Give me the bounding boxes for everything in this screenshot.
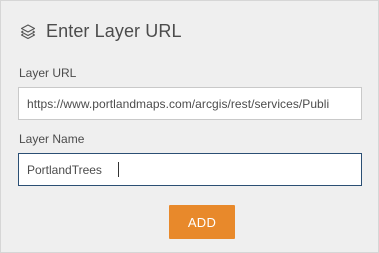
layer-url-label: Layer URL [19, 66, 77, 80]
layer-name-label: Layer Name [19, 132, 85, 146]
layer-name-input[interactable] [18, 153, 362, 186]
add-button[interactable]: ADD [169, 205, 235, 239]
layer-url-input[interactable] [18, 87, 362, 120]
panel-header: Enter Layer URL [19, 19, 182, 43]
panel-title: Enter Layer URL [46, 20, 182, 41]
text-cursor [118, 162, 119, 177]
add-layer-panel: Enter Layer URL Layer URL Layer Name ADD [0, 0, 379, 253]
layers-icon [19, 22, 37, 40]
